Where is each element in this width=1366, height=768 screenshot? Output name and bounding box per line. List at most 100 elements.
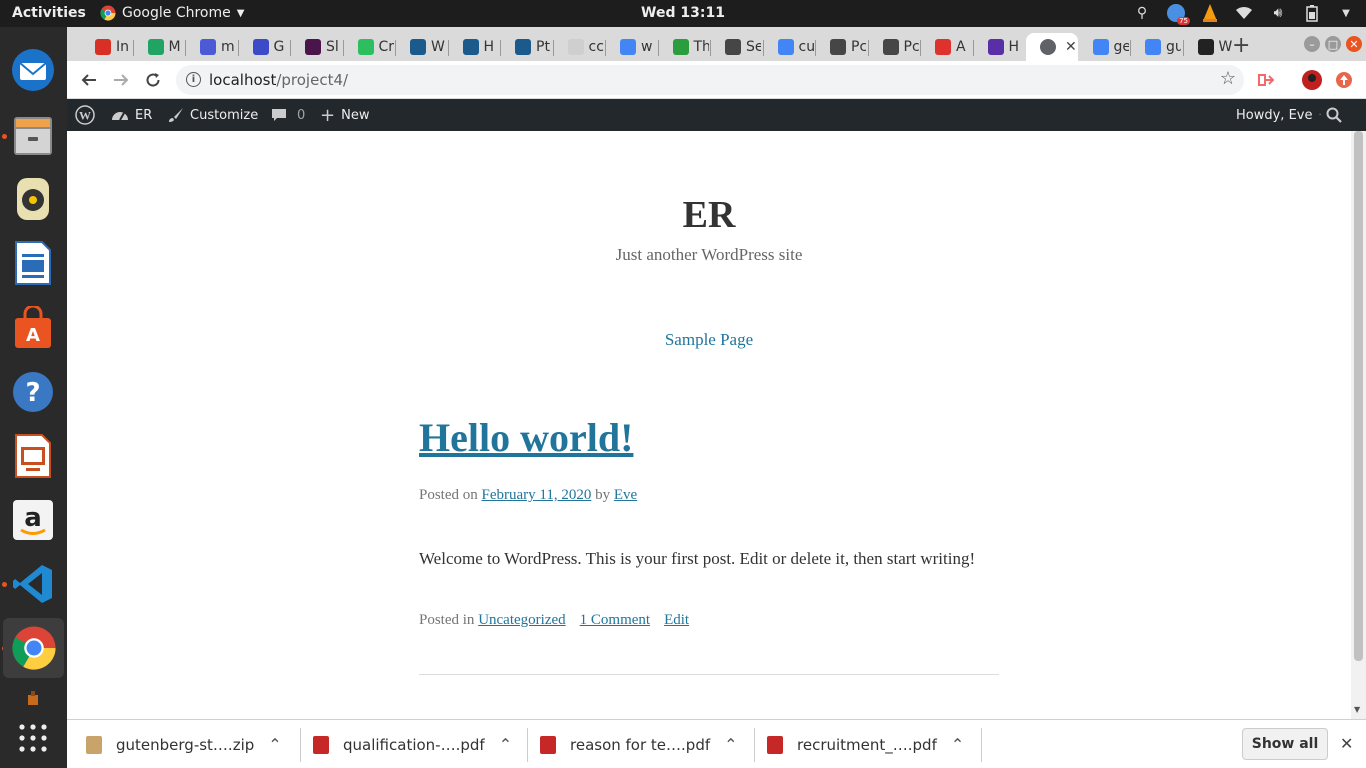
chevron-up-icon[interactable]: ⌃ xyxy=(268,735,281,754)
category-link[interactable]: Uncategorized xyxy=(478,612,565,628)
post-divider xyxy=(419,674,999,675)
tab-title: gu xyxy=(1166,39,1181,55)
dock-chrome[interactable] xyxy=(3,618,64,678)
github-icon xyxy=(1197,39,1214,55)
dock-vscode[interactable] xyxy=(8,559,58,609)
address-bar[interactable]: i localhost/project4/ ☆ xyxy=(176,65,1244,95)
browser-tab[interactable]: cu xyxy=(764,33,814,61)
browser-tab[interactable]: A xyxy=(921,33,971,61)
dock-software-center[interactable]: A xyxy=(8,303,58,353)
browser-tab[interactable]: G xyxy=(239,33,289,61)
wifi-icon[interactable] xyxy=(1234,3,1254,23)
comment-bubble-icon xyxy=(272,109,286,121)
post-date-link[interactable]: February 11, 2020 xyxy=(482,487,592,503)
wp-logo-menu[interactable]: W xyxy=(75,99,95,131)
volume-icon[interactable]: 🔊︎ xyxy=(1268,3,1288,23)
google-icon xyxy=(777,39,794,55)
chrome-icon xyxy=(11,626,56,670)
chevron-up-icon[interactable]: ⌃ xyxy=(951,735,964,754)
activities-button[interactable]: Activities xyxy=(12,5,86,21)
minimize-button[interactable]: – xyxy=(1304,36,1320,52)
forward-button[interactable] xyxy=(110,69,132,91)
browser-tab[interactable]: Se xyxy=(711,33,761,61)
reload-button[interactable] xyxy=(142,69,164,91)
edit-post-link[interactable]: Edit xyxy=(664,612,689,629)
wp-comments-link[interactable]: 0 xyxy=(271,99,305,131)
tab-title: In xyxy=(116,39,130,55)
vlc-icon[interactable] xyxy=(1200,3,1220,23)
network-share-icon[interactable]: ⚲ xyxy=(1132,3,1152,23)
site-title[interactable]: ER xyxy=(67,193,1351,237)
browser-tab[interactable]: W xyxy=(396,33,446,61)
close-window-button[interactable]: ✕ xyxy=(1346,36,1362,52)
browser-tab[interactable]: M xyxy=(134,33,184,61)
browser-tab[interactable]: gu xyxy=(1131,33,1181,61)
post-title-link[interactable]: Hello world! xyxy=(419,414,633,461)
browser-tab[interactable]: Pt xyxy=(501,33,551,61)
browser-tab[interactable]: Cr xyxy=(344,33,394,61)
comments-link[interactable]: 1 Comment xyxy=(580,612,650,629)
post-author-link[interactable]: Eve xyxy=(614,487,637,503)
wp-new-content-menu[interactable]: + New xyxy=(320,99,369,131)
browser-tab[interactable]: m xyxy=(186,33,236,61)
browser-tab[interactable]: Sl xyxy=(291,33,341,61)
dock-thunderbird[interactable] xyxy=(8,45,58,95)
page-scrollbar[interactable]: ▼ xyxy=(1351,131,1366,719)
download-filename: reason for te….pdf xyxy=(570,735,711,754)
close-icon[interactable]: ✕ xyxy=(1340,734,1353,753)
dock-libreoffice-writer[interactable] xyxy=(8,238,58,288)
site-description: Just another WordPress site xyxy=(615,245,803,264)
wp-search-button[interactable] xyxy=(1326,99,1342,131)
app-menu[interactable]: Google Chrome ▼ xyxy=(100,5,244,21)
drive-icon xyxy=(147,39,164,55)
browser-tab[interactable]: Pc xyxy=(869,33,919,61)
browser-tab[interactable]: w xyxy=(606,33,656,61)
chevron-up-icon[interactable]: ⌃ xyxy=(724,735,737,754)
browser-tab[interactable]: In xyxy=(81,33,131,61)
download-item[interactable]: recruitment_….pdf ⌃ xyxy=(767,720,964,768)
bookmark-star-icon[interactable]: ☆ xyxy=(1220,68,1236,89)
battery-icon[interactable] xyxy=(1302,3,1322,23)
info-icon[interactable]: i xyxy=(186,72,201,87)
browser-tab[interactable]: Pc xyxy=(816,33,866,61)
nav-link-sample-page[interactable]: Sample Page xyxy=(665,330,753,349)
close-tab-icon[interactable]: ✕ xyxy=(1065,39,1077,55)
chevron-up-icon[interactable]: ⌃ xyxy=(499,735,512,754)
browser-tab[interactable]: Th xyxy=(659,33,709,61)
maximize-button[interactable]: □ xyxy=(1325,36,1341,52)
browser-tab[interactable]: ✕ xyxy=(1026,33,1078,61)
dock-partial-app[interactable] xyxy=(8,677,58,717)
dock-help[interactable]: ? xyxy=(8,367,58,417)
wp-comments-count: 0 xyxy=(297,107,306,123)
tab-title: Th xyxy=(693,39,709,55)
scroll-down-arrow-icon[interactable]: ▼ xyxy=(1354,705,1360,714)
chrome-remote-icon[interactable]: 75 xyxy=(1166,3,1190,25)
dock-files[interactable] xyxy=(8,110,58,160)
archive-icon xyxy=(86,735,102,754)
dock-amazon[interactable]: a xyxy=(8,495,58,545)
extension-button[interactable] xyxy=(1255,69,1277,91)
show-applications-button[interactable] xyxy=(8,713,58,763)
update-button[interactable] xyxy=(1333,69,1355,91)
profile-avatar[interactable] xyxy=(1301,69,1323,91)
show-all-downloads-button[interactable]: Show all xyxy=(1242,728,1328,760)
wp-customize-link[interactable]: Customize xyxy=(168,99,258,131)
browser-tab[interactable]: W xyxy=(1184,33,1234,61)
download-item[interactable]: qualification-….pdf ⌃ xyxy=(313,720,512,768)
dock-rhythmbox[interactable] xyxy=(8,174,58,224)
dock-libreoffice-impress[interactable] xyxy=(8,431,58,481)
download-item[interactable]: reason for te….pdf ⌃ xyxy=(540,720,738,768)
wp-account-menu[interactable]: Howdy, Eve · xyxy=(1236,99,1322,131)
download-filename: qualification-….pdf xyxy=(343,735,485,754)
wp-site-menu[interactable]: ER xyxy=(111,99,152,131)
browser-tab[interactable]: cc xyxy=(554,33,604,61)
scrollbar-thumb[interactable] xyxy=(1354,131,1363,661)
back-button[interactable] xyxy=(78,69,100,91)
wp-site-name: ER xyxy=(135,107,153,123)
browser-tab[interactable]: H xyxy=(449,33,499,61)
chevron-down-icon[interactable]: ▼ xyxy=(1336,3,1356,23)
browser-tab[interactable]: H xyxy=(974,33,1024,61)
download-item[interactable]: gutenberg-st….zip ⌃ xyxy=(86,720,282,768)
browser-tab[interactable]: ge xyxy=(1079,33,1129,61)
new-tab-button[interactable]: + xyxy=(1232,33,1250,58)
